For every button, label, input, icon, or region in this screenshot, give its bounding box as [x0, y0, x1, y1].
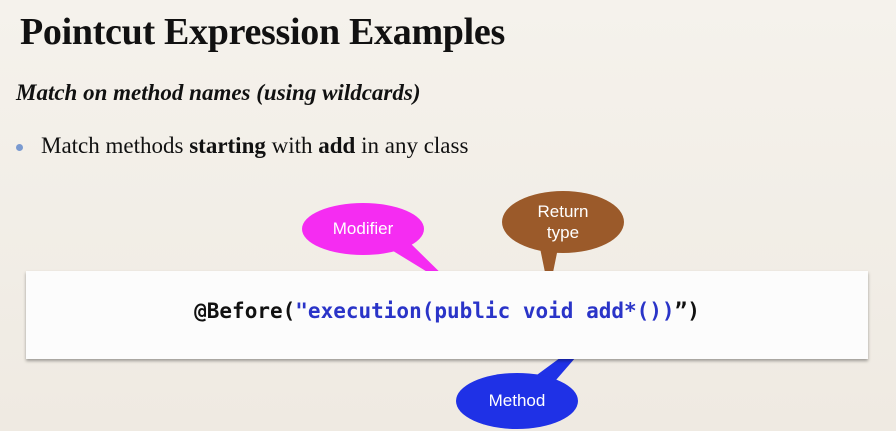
return-type-line1: Return: [537, 201, 589, 221]
bullet-text-mid: with: [265, 133, 319, 158]
modifier-callout-label: Modifier: [332, 219, 394, 239]
bullet-text-pre: Match methods: [41, 133, 190, 158]
method-callout-label: Method: [488, 391, 546, 411]
callout-pointers: [385, 238, 602, 380]
bullet-item: Match methods starting with add in any c…: [16, 133, 468, 159]
code-line: @Before("execution(public void add*())”): [26, 299, 868, 323]
slide-subtitle: Match on method names (using wildcards): [16, 80, 421, 105]
return-type-callout: Return type: [502, 191, 624, 253]
return-type-line2: type: [546, 223, 580, 242]
code-box: @Before("execution(public void add*())”): [26, 271, 868, 359]
bullet-text-post: in any class: [355, 133, 469, 158]
bullet-bold-starting: starting: [189, 133, 266, 158]
slide-title: Pointcut Expression Examples: [20, 11, 505, 53]
bullet-bold-add: add: [318, 133, 356, 158]
modifier-callout: Modifier: [302, 203, 424, 255]
method-callout: Method: [456, 373, 578, 429]
return-type-callout-label: Return type: [537, 201, 588, 244]
code-annotation: @Before(: [194, 299, 296, 323]
code-closing: ”): [674, 299, 700, 323]
bullet-dot-icon: [16, 143, 23, 151]
code-string: "execution(public void add*()): [295, 299, 675, 323]
bullet-text: Match methods starting with add in any c…: [41, 133, 468, 159]
